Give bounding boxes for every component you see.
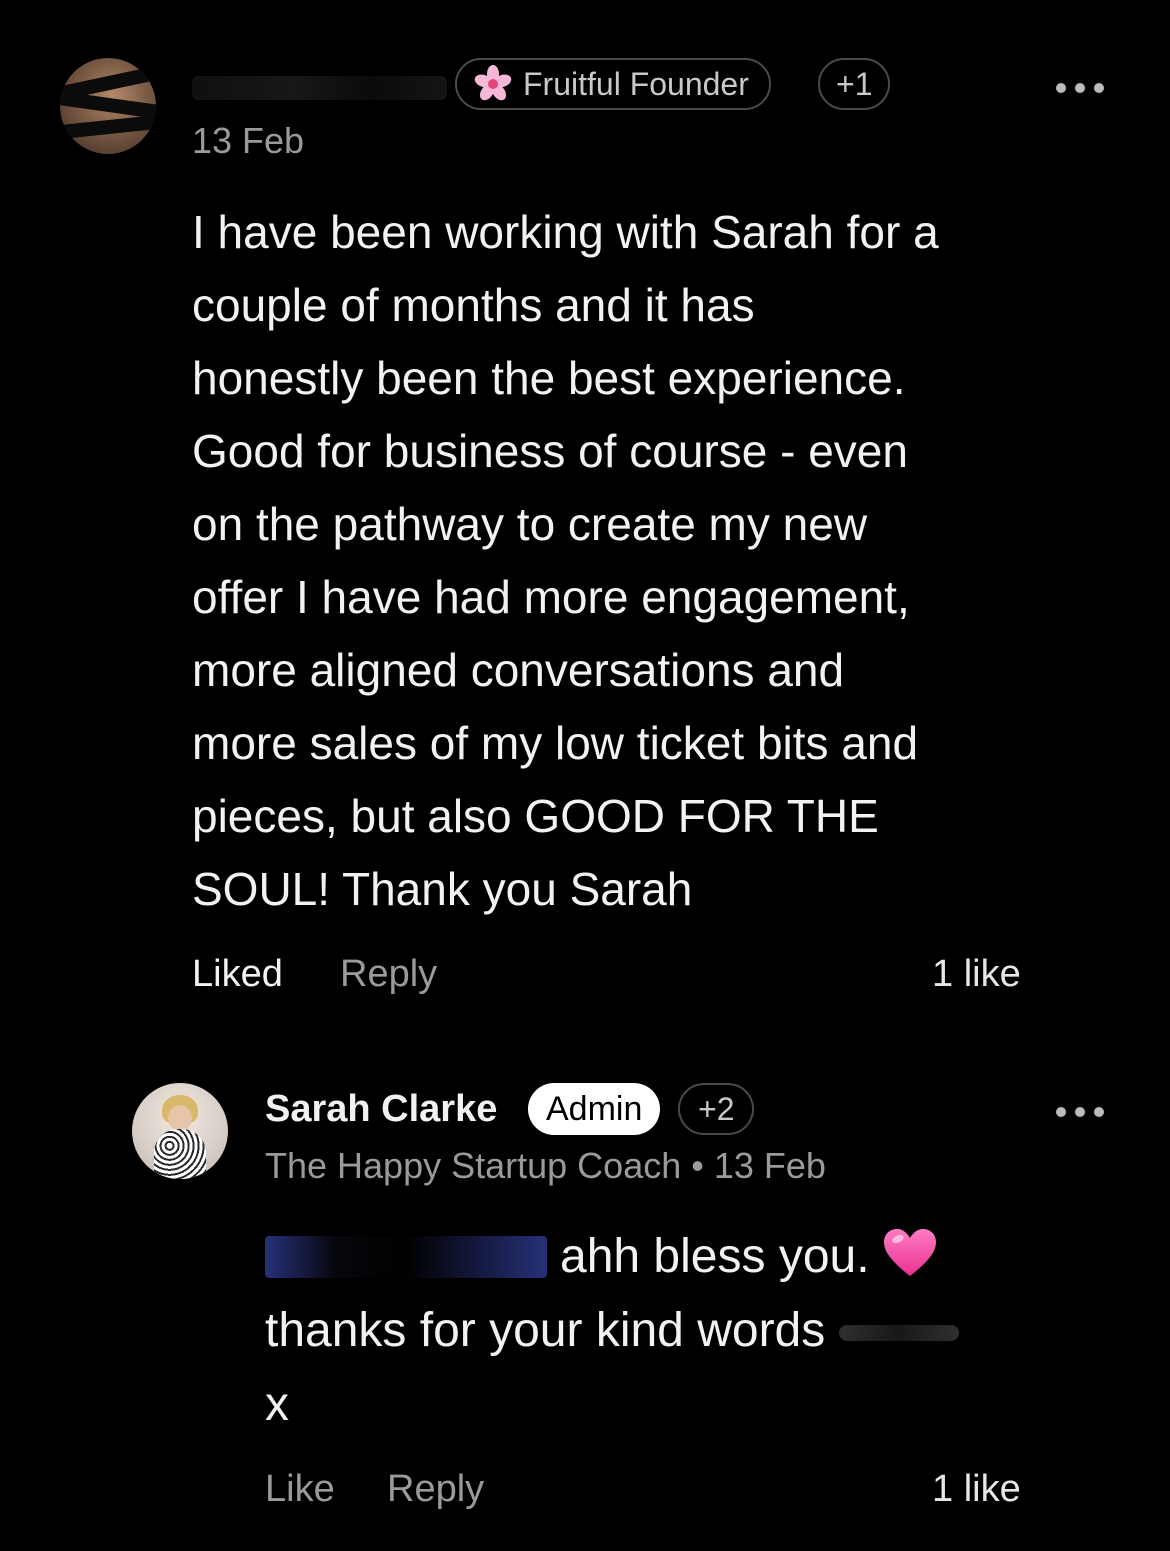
comment-line: Good for business of course - even [192, 425, 908, 477]
redacted-author-name [192, 76, 447, 100]
meta-separator: • [691, 1145, 704, 1186]
comment-line: pieces, but also GOOD FOR THE [192, 790, 879, 842]
flower-icon [474, 65, 512, 101]
reply-button[interactable]: Reply [387, 1468, 484, 1511]
extra-badges-count[interactable]: +1 [818, 58, 891, 110]
comment-line: offer I have had more engagement, [192, 571, 910, 623]
comment-line: more sales of my low ticket bits and [192, 717, 919, 769]
reply-line: x [265, 1378, 289, 1431]
comment-line: more aligned conversations and [192, 644, 845, 696]
reply-date: 13 Feb [713, 1145, 826, 1186]
comment-body: I have been working with Sarah for a cou… [192, 196, 1092, 926]
comment-line: honestly been the best experience. [192, 352, 906, 404]
like-count[interactable]: 1 like [932, 1468, 1021, 1511]
extra-badges-label: +2 [698, 1090, 735, 1127]
reply-line: thanks for your kind words [265, 1304, 826, 1357]
redaction-scribble [60, 114, 156, 140]
extra-badges-label: +1 [836, 65, 873, 102]
like-count[interactable]: 1 like [932, 953, 1021, 996]
reply-button[interactable]: Reply [340, 953, 437, 996]
sarah-clarke-avatar[interactable] [132, 1083, 228, 1179]
reply-line: ahh bless you. [560, 1230, 870, 1283]
comment-thread: Fruitful Founder +1 13 Feb I have been w… [0, 0, 1170, 1551]
comment-date: 13 Feb [192, 120, 305, 161]
reply-meta: The Happy Startup Coach • 13 Feb [265, 1145, 826, 1187]
comment-line: I have been working with Sarah for a [192, 206, 939, 258]
extra-badges-count[interactable]: +2 [678, 1083, 755, 1135]
like-button[interactable]: Like [265, 1468, 335, 1511]
admin-badge[interactable]: Admin [528, 1083, 661, 1135]
comment-line: SOUL! Thank you Sarah [192, 863, 693, 915]
comment-line: on the pathway to create my new [192, 498, 868, 550]
redaction-scribble [60, 90, 156, 120]
commenter-avatar[interactable] [60, 58, 156, 154]
avatar-face [168, 1105, 192, 1131]
author-subtitle: The Happy Startup Coach [265, 1145, 682, 1186]
more-options-icon[interactable] [1056, 81, 1104, 95]
more-options-icon[interactable] [1056, 1105, 1104, 1119]
liked-button[interactable]: Liked [192, 953, 283, 996]
avatar-dress [154, 1129, 206, 1179]
reply-author-name[interactable]: Sarah Clarke [265, 1088, 497, 1131]
pink-heart-icon [883, 1229, 936, 1276]
reply-body: ahh bless you. thanks for your kind word… [265, 1220, 1025, 1442]
badge-label: Fruitful Founder [523, 65, 749, 102]
fruitful-founder-badge[interactable]: Fruitful Founder [455, 58, 771, 110]
admin-badge-label: Admin [546, 1089, 643, 1128]
comment-line: couple of months and it has [192, 279, 755, 331]
redacted-name-fragment [839, 1325, 960, 1342]
